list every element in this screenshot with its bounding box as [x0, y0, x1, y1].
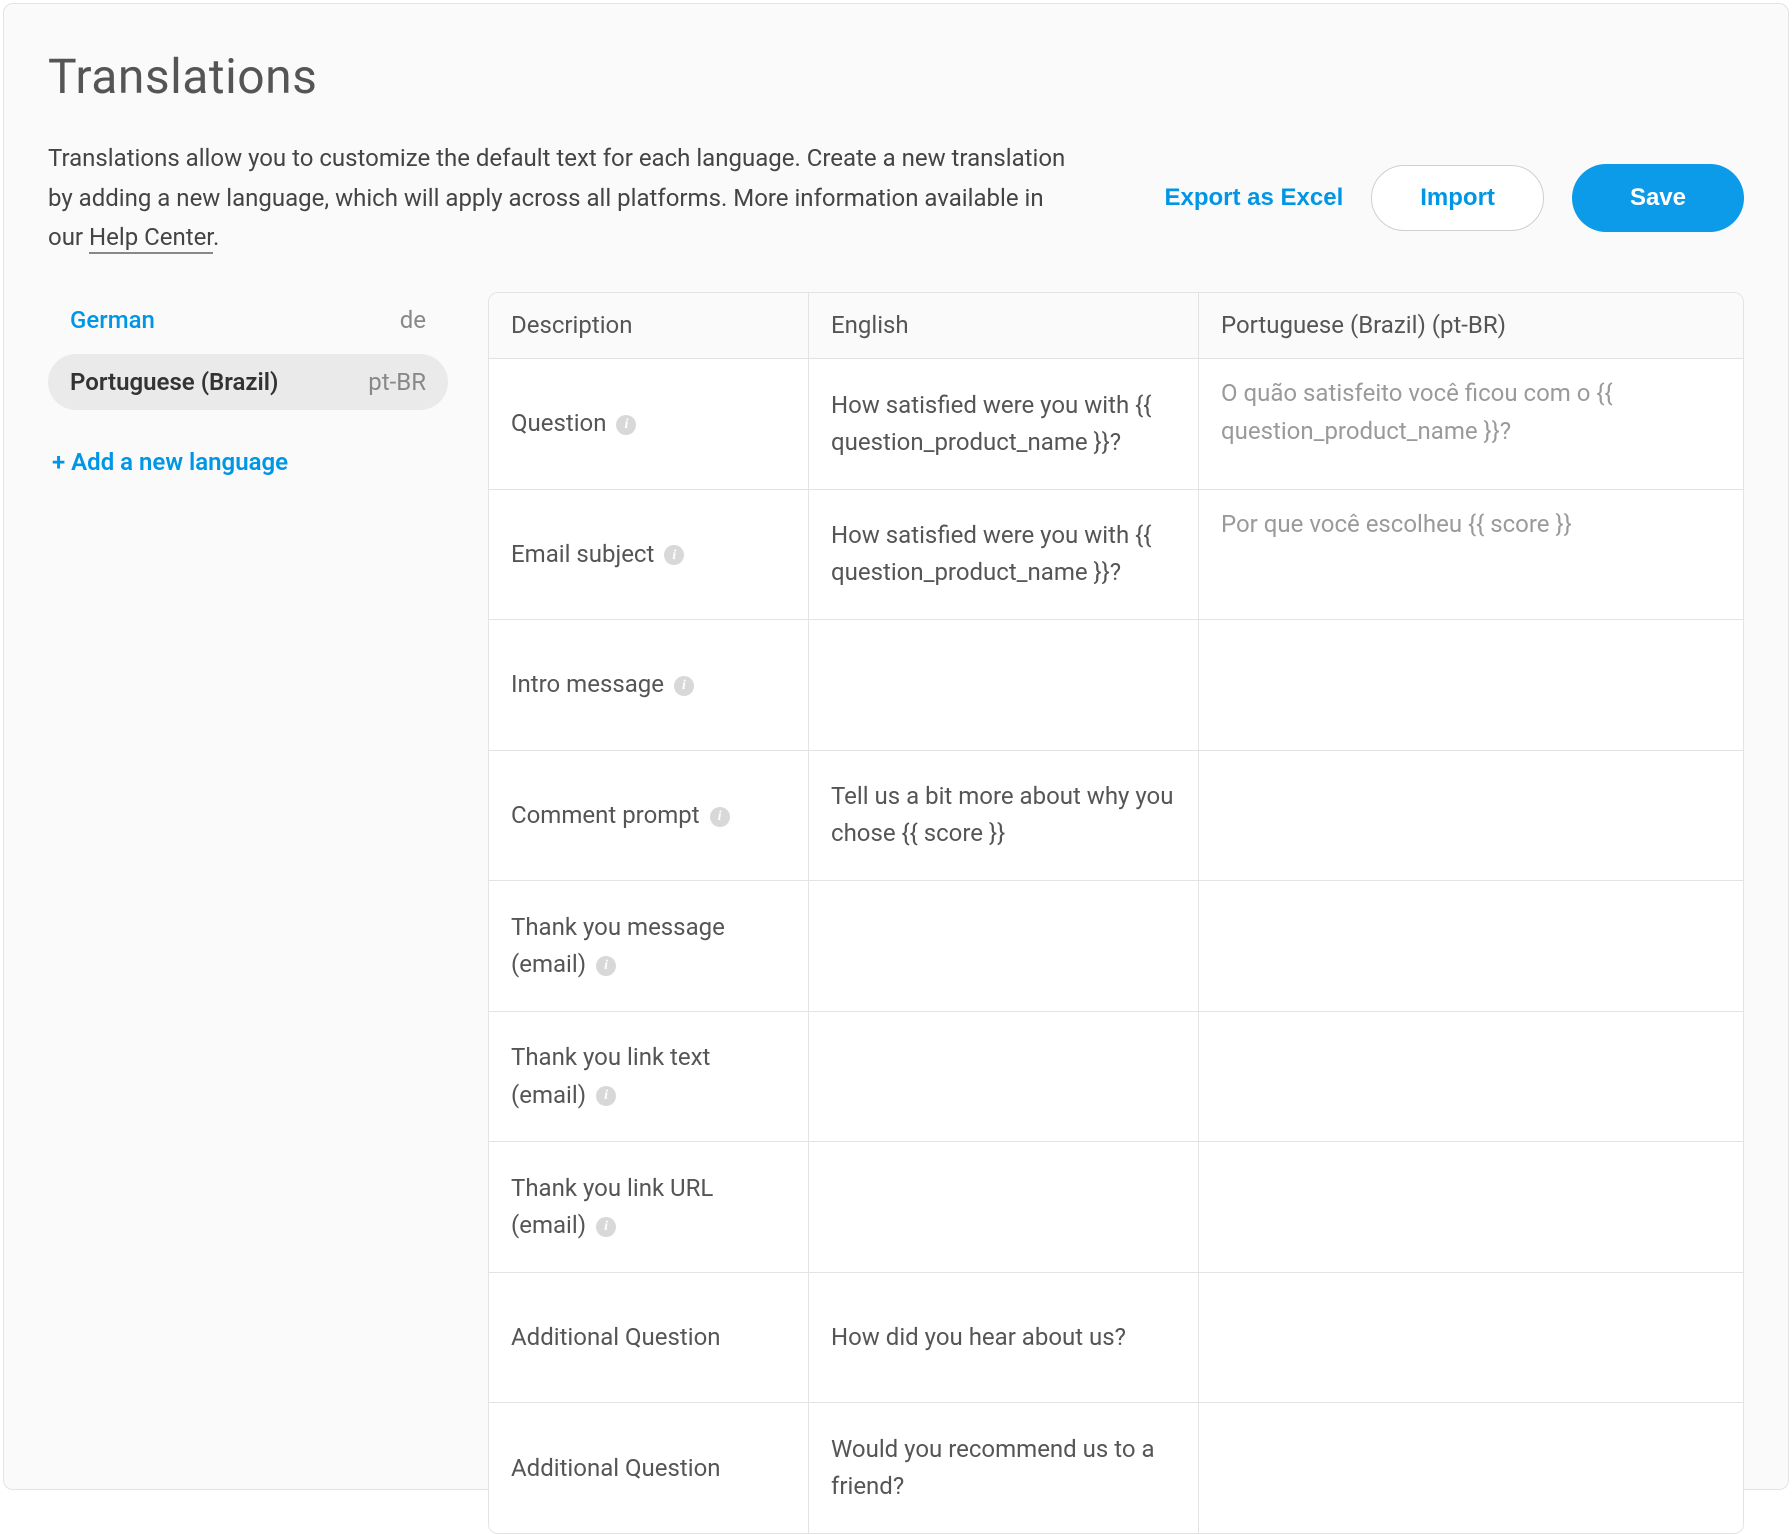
- translations-panel: Translations Translations allow you to c…: [3, 3, 1789, 1490]
- row-description: Thank you link URL (email)i: [489, 1142, 809, 1273]
- language-name: German: [70, 306, 155, 334]
- row-description-label: Additional Question: [511, 1323, 721, 1351]
- row-description-label: Comment prompt: [511, 801, 700, 829]
- table-row: Additional Question How did you hear abou…: [489, 1273, 1743, 1404]
- translation-input[interactable]: [1199, 615, 1743, 745]
- info-icon[interactable]: i: [596, 1086, 616, 1106]
- table-row: Thank you message (email)i: [489, 881, 1743, 1012]
- language-code: de: [400, 306, 426, 334]
- import-button[interactable]: Import: [1371, 165, 1544, 231]
- row-translation-cell: [1199, 620, 1743, 751]
- intro-text: Translations allow you to customize the …: [48, 139, 1068, 258]
- table-body: Question i How satisfied were you with {{ …: [489, 359, 1743, 1533]
- row-english: [809, 620, 1199, 751]
- table-row: Additional Question Would you recommend u…: [489, 1403, 1743, 1533]
- add-language-button[interactable]: + Add a new language: [48, 416, 448, 476]
- content-row: German de Portuguese (Brazil) pt-BR + Ad…: [48, 292, 1744, 1534]
- row-translation-cell: [1199, 1273, 1743, 1404]
- row-translation-cell: [1199, 1142, 1743, 1273]
- col-header-english: English: [809, 293, 1199, 359]
- row-description-label: Intro message: [511, 670, 664, 698]
- translation-input[interactable]: [1199, 745, 1743, 875]
- row-english: How satisfied were you with {{ question_…: [809, 490, 1199, 621]
- export-excel-button[interactable]: Export as Excel: [1165, 184, 1344, 212]
- translation-input[interactable]: [1199, 1137, 1743, 1267]
- row-description: Additional Question: [489, 1403, 809, 1533]
- info-icon[interactable]: i: [616, 415, 636, 435]
- language-item-german[interactable]: German de: [48, 292, 448, 348]
- row-translation-cell: [1199, 1012, 1743, 1143]
- row-description: Intro message i: [489, 620, 809, 751]
- header-row: Translations allow you to customize the …: [48, 139, 1744, 258]
- row-description-label: Question: [511, 409, 606, 437]
- translation-input[interactable]: [1199, 1398, 1743, 1528]
- row-description-label: Thank you message (email): [511, 913, 725, 978]
- row-description-label: Email subject: [511, 540, 654, 568]
- info-icon[interactable]: i: [710, 807, 730, 827]
- row-translation-cell: [1199, 881, 1743, 1012]
- language-name: Portuguese (Brazil): [70, 368, 278, 396]
- intro-text-b: .: [213, 223, 219, 251]
- translation-input[interactable]: [1199, 876, 1743, 1006]
- translation-input[interactable]: [1199, 484, 1743, 614]
- translation-input[interactable]: [1199, 1267, 1743, 1397]
- row-english: [809, 881, 1199, 1012]
- row-description-label: Additional Question: [511, 1454, 721, 1482]
- row-translation-cell: [1199, 1403, 1743, 1533]
- table-row: Thank you link URL (email)i: [489, 1142, 1743, 1273]
- row-description: Thank you message (email)i: [489, 881, 809, 1012]
- info-icon[interactable]: i: [674, 676, 694, 696]
- row-english: How did you hear about us?: [809, 1273, 1199, 1404]
- row-description: Email subject i: [489, 490, 809, 621]
- table-row: Question i How satisfied were you with {{ …: [489, 359, 1743, 490]
- row-english: How satisfied were you with {{ question_…: [809, 359, 1199, 490]
- info-icon[interactable]: i: [664, 545, 684, 565]
- save-button[interactable]: Save: [1572, 164, 1744, 232]
- table-row: Email subject i How satisfied were you wit…: [489, 490, 1743, 621]
- table-row: Intro message i: [489, 620, 1743, 751]
- language-list: German de Portuguese (Brazil) pt-BR + Ad…: [48, 292, 448, 1534]
- row-translation-cell: [1199, 751, 1743, 882]
- col-header-target: Portuguese (Brazil) (pt-BR): [1199, 293, 1743, 359]
- row-english: [809, 1142, 1199, 1273]
- table-row: Thank you link text (email)i: [489, 1012, 1743, 1143]
- row-english: Tell us a bit more about why you chose {…: [809, 751, 1199, 882]
- row-translation-cell: [1199, 490, 1743, 621]
- row-description: Comment prompt i: [489, 751, 809, 882]
- row-translation-cell: [1199, 359, 1743, 490]
- help-center-link[interactable]: Help Center: [89, 223, 213, 254]
- language-code: pt-BR: [368, 368, 426, 396]
- translation-input[interactable]: [1199, 353, 1743, 483]
- row-english: [809, 1012, 1199, 1143]
- info-icon[interactable]: i: [596, 1217, 616, 1237]
- table-row: Comment prompt i Tell us a bit more about …: [489, 751, 1743, 882]
- row-description: Thank you link text (email)i: [489, 1012, 809, 1143]
- translation-input[interactable]: [1199, 1006, 1743, 1136]
- info-icon[interactable]: i: [596, 956, 616, 976]
- page-title: Translations: [48, 48, 1744, 105]
- translations-table: Description English Portuguese (Brazil) …: [488, 292, 1744, 1534]
- row-english: Would you recommend us to a friend?: [809, 1403, 1199, 1533]
- row-description: Question i: [489, 359, 809, 490]
- language-item-portuguese-brazil[interactable]: Portuguese (Brazil) pt-BR: [48, 354, 448, 410]
- table-header-row: Description English Portuguese (Brazil) …: [489, 293, 1743, 359]
- col-header-description: Description: [489, 293, 809, 359]
- row-description: Additional Question: [489, 1273, 809, 1404]
- action-bar: Export as Excel Import Save: [1165, 164, 1745, 232]
